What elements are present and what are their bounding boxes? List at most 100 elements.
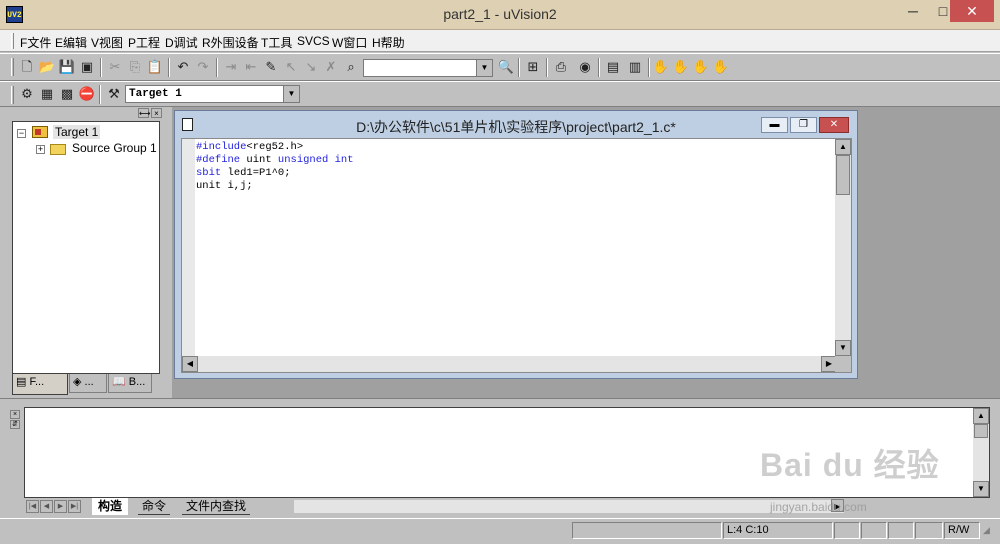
- scroll-up-icon[interactable]: ▲: [835, 139, 851, 155]
- undo-icon[interactable]: ↶: [173, 58, 193, 77]
- translate-icon[interactable]: ⚙: [17, 85, 37, 104]
- files-tab-icon: ▤: [16, 376, 27, 388]
- tab-last-icon[interactable]: ▶|: [68, 500, 81, 513]
- output-window-icon[interactable]: ▥: [625, 58, 645, 77]
- status-cursor-position: L:4 C:10: [723, 522, 833, 539]
- next-bookmark-icon[interactable]: ↘: [301, 58, 321, 77]
- collapse-icon[interactable]: −: [17, 129, 26, 138]
- regs-tab-icon: ◈: [73, 376, 82, 388]
- toolbar-grip[interactable]: [11, 86, 14, 104]
- menu-window[interactable]: W窗口: [332, 34, 367, 51]
- tab-command[interactable]: 命令: [138, 498, 171, 515]
- print-icon[interactable]: ⎙: [551, 58, 571, 77]
- toolbar-grip[interactable]: [11, 58, 14, 76]
- editor-title-bar[interactable]: D:\办公软件\c\51单片机\实验程序\project\part2_1.c* …: [175, 111, 857, 137]
- target-icon: [32, 126, 48, 138]
- scroll-down-icon[interactable]: ▼: [973, 481, 989, 497]
- panel-header: ⟷ ×: [10, 108, 170, 120]
- find-in-files-icon[interactable]: ⌕: [341, 58, 361, 77]
- kill-breakpoints-icon[interactable]: ✋: [711, 58, 731, 77]
- project-tree[interactable]: − Target 1 + Source Group 1: [12, 121, 160, 374]
- editor-window[interactable]: D:\办公软件\c\51单片机\实验程序\project\part2_1.c* …: [174, 110, 858, 379]
- menu-peripherals[interactable]: R外围设备: [202, 34, 259, 51]
- output-dock-button[interactable]: ⇵: [10, 420, 20, 429]
- tab-build[interactable]: 构造: [92, 498, 129, 515]
- copy-icon[interactable]: ⎘: [125, 58, 145, 77]
- hand-icon[interactable]: ✋: [651, 58, 671, 77]
- target-select[interactable]: Target 1 ▼: [125, 85, 300, 103]
- scroll-up-icon[interactable]: ▲: [973, 408, 989, 424]
- menu-project[interactable]: P工程: [128, 34, 160, 51]
- target-options-icon[interactable]: ⚒: [104, 85, 124, 104]
- status-panel: [915, 522, 943, 539]
- editor-close-button[interactable]: ✕: [819, 117, 849, 133]
- menu-tools[interactable]: T工具: [261, 34, 292, 51]
- prev-bookmark-icon[interactable]: ↖: [281, 58, 301, 77]
- output-close-button[interactable]: ×: [10, 410, 20, 419]
- clear-bookmarks-icon[interactable]: ✗: [321, 58, 341, 77]
- tab-next-icon[interactable]: ▶: [54, 500, 67, 513]
- editor-minimize-button[interactable]: ▬: [761, 117, 788, 133]
- menu-file[interactable]: F文件: [20, 34, 51, 51]
- paste-icon[interactable]: 📋: [145, 58, 165, 77]
- redo-icon[interactable]: ↷: [193, 58, 213, 77]
- editor-vertical-scrollbar[interactable]: ▲ ▼: [835, 139, 851, 356]
- code-line: #include<reg52.h>: [196, 141, 304, 153]
- breakpoint-icon[interactable]: ✋: [671, 58, 691, 77]
- toolbar-separator: [168, 58, 170, 77]
- indent-icon[interactable]: ⇥: [221, 58, 241, 77]
- menu-help[interactable]: H帮助: [372, 34, 405, 51]
- tab-regs[interactable]: ◈ ...: [69, 374, 107, 393]
- tree-item-source-group[interactable]: Source Group 1: [72, 141, 157, 155]
- menu-svcs[interactable]: SVCS: [297, 34, 330, 48]
- resize-grip-icon[interactable]: ◢: [983, 525, 995, 537]
- rebuild-icon[interactable]: ▩: [57, 85, 77, 104]
- save-icon[interactable]: 💾: [57, 58, 77, 77]
- books-tab-icon: 📖: [112, 376, 126, 388]
- panel-close-button[interactable]: ×: [151, 108, 162, 118]
- chevron-down-icon[interactable]: ▼: [283, 86, 299, 102]
- output-splitter[interactable]: [0, 398, 1000, 404]
- scroll-down-icon[interactable]: ▼: [835, 340, 851, 356]
- tab-prev-icon[interactable]: ◀: [40, 500, 53, 513]
- expand-icon[interactable]: +: [36, 145, 45, 154]
- tab-books[interactable]: 📖 B...: [108, 374, 152, 393]
- chevron-down-icon[interactable]: ▼: [476, 60, 492, 76]
- disable-breakpoint-icon[interactable]: ✋: [691, 58, 711, 77]
- new-file-icon[interactable]: 🗋: [17, 58, 37, 77]
- editor-restore-button[interactable]: ❐: [790, 117, 817, 133]
- menu-view[interactable]: V视图: [91, 34, 123, 51]
- scroll-thumb[interactable]: [836, 155, 850, 195]
- bookmark-icon[interactable]: ✎: [261, 58, 281, 77]
- output-horizontal-scrollbar[interactable]: ▶: [294, 499, 844, 513]
- tab-first-icon[interactable]: |◀: [26, 500, 39, 513]
- output-vertical-scrollbar[interactable]: ▲ ▼: [973, 408, 989, 497]
- menu-edit[interactable]: E编辑: [55, 34, 87, 51]
- toolbar-separator: [99, 85, 101, 104]
- panel-dock-button[interactable]: ⟷: [138, 108, 150, 118]
- debug-session-icon[interactable]: ◉: [575, 58, 595, 77]
- unindent-icon[interactable]: ⇤: [241, 58, 261, 77]
- menu-grip[interactable]: [11, 33, 14, 49]
- watermark-url: jingyan.baidu.com: [770, 500, 867, 514]
- code-editor[interactable]: #include<reg52.h> #define uint unsigned …: [181, 138, 852, 373]
- scroll-corner: [835, 356, 851, 372]
- scroll-left-icon[interactable]: ◀: [182, 356, 198, 372]
- save-all-icon[interactable]: ▣: [77, 58, 97, 77]
- find-icon[interactable]: 🔍: [496, 58, 516, 77]
- stop-build-icon[interactable]: ⛔: [77, 85, 97, 104]
- status-message: [572, 522, 722, 539]
- menu-debug[interactable]: D调试: [165, 34, 198, 51]
- scroll-thumb[interactable]: [974, 424, 988, 438]
- tab-files[interactable]: ▤ F...: [12, 374, 68, 395]
- project-window-icon[interactable]: ▤: [603, 58, 623, 77]
- incremental-find-icon[interactable]: ⊞: [523, 58, 543, 77]
- build-icon[interactable]: ▦: [37, 85, 57, 104]
- tab-find-in-files[interactable]: 文件内查找: [182, 498, 251, 515]
- open-file-icon[interactable]: 📂: [37, 58, 57, 77]
- find-combo[interactable]: ▼: [363, 59, 493, 77]
- editor-horizontal-scrollbar[interactable]: ◀ ▶: [182, 356, 837, 372]
- cut-icon[interactable]: ✂: [105, 58, 125, 77]
- close-button[interactable]: ✕: [950, 0, 994, 22]
- tree-item-target[interactable]: Target 1: [53, 125, 101, 139]
